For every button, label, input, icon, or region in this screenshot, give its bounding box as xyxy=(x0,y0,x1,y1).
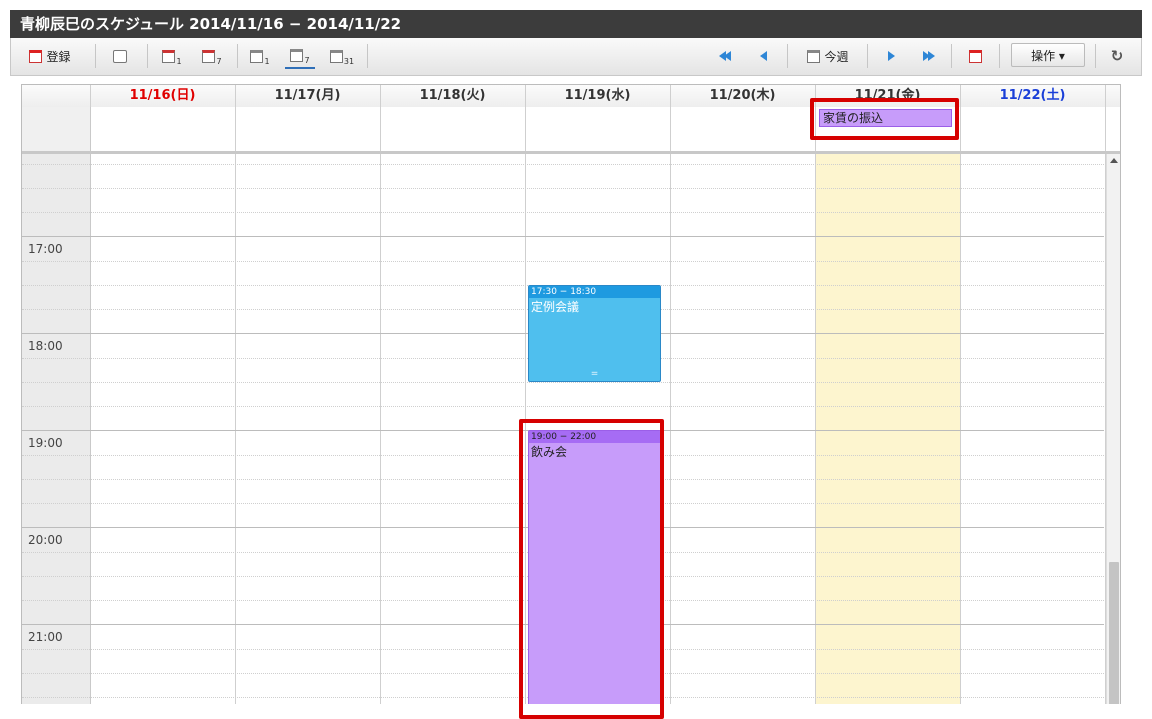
day-header[interactable]: 11/22(土) xyxy=(960,85,1105,107)
hour-label: 18:00 xyxy=(28,339,63,354)
time-slot-line xyxy=(22,212,1104,214)
next-week-button[interactable] xyxy=(915,43,943,69)
column-divider xyxy=(380,107,381,151)
reload-button[interactable]: ↻ xyxy=(1103,43,1131,69)
arrow-right-icon xyxy=(887,51,895,61)
header-divider xyxy=(525,85,526,107)
day-header[interactable]: 11/19(水) xyxy=(525,85,670,107)
column-divider xyxy=(235,107,236,151)
calendar-day-icon xyxy=(250,49,264,63)
day-header[interactable]: 11/16(日) xyxy=(90,85,235,107)
scroll-thumb[interactable] xyxy=(1109,562,1119,704)
time-slot-line xyxy=(22,381,1104,383)
time-slot-line xyxy=(22,163,1104,165)
hour-label: 21:00 xyxy=(28,630,63,645)
time-slot-line xyxy=(22,406,1104,408)
group-calendar-week-icon xyxy=(202,49,216,63)
header-divider xyxy=(670,85,671,107)
hour-label: 17:00 xyxy=(28,242,63,257)
date-picker-button[interactable] xyxy=(961,43,989,69)
toolbar: 登録 1 7 1 7 31 今週 操作 ▾ ↻ xyxy=(10,38,1142,76)
register-label: 登録 xyxy=(46,49,71,64)
day-view-button[interactable]: 1 xyxy=(245,43,275,69)
resize-handle-icon[interactable]: = xyxy=(529,369,660,379)
header-divider xyxy=(960,85,961,107)
scroll-up-icon[interactable] xyxy=(1110,158,1118,163)
prev-day-button[interactable] xyxy=(749,43,777,69)
calendar-week-icon xyxy=(290,48,304,62)
day-header[interactable]: 11/20(木) xyxy=(670,85,815,107)
column-divider xyxy=(960,107,961,151)
operation-menu-button[interactable]: 操作 ▾ xyxy=(1011,43,1085,67)
week-view-button[interactable]: 7 xyxy=(285,43,315,69)
highlight-box-event xyxy=(519,419,664,719)
this-week-button[interactable]: 今週 xyxy=(797,43,859,69)
day-header[interactable]: 11/18(火) xyxy=(380,85,525,107)
highlight-box-allday xyxy=(810,98,959,140)
column-divider xyxy=(670,107,671,151)
column-divider xyxy=(525,107,526,151)
this-week-label: 今週 xyxy=(824,49,849,64)
group-calendar-day-icon xyxy=(162,49,176,63)
column-divider xyxy=(1105,107,1106,151)
event-time: 17:30 − 18:30 xyxy=(529,285,660,298)
calendar-today-icon xyxy=(807,49,821,63)
calendar-add-icon xyxy=(29,49,43,63)
time-slot-line xyxy=(22,260,1104,262)
calendar-picker-icon xyxy=(968,49,982,63)
event-title: 定例会議 xyxy=(531,299,580,314)
vertical-scrollbar[interactable] xyxy=(1106,154,1120,704)
header-divider xyxy=(90,85,91,107)
event-meeting[interactable]: 17:30 − 18:30 定例会議 = xyxy=(528,284,661,382)
time-slot-line xyxy=(22,187,1104,189)
window-title: 青柳辰巳のスケジュール 2014/11/16 − 2014/11/22 xyxy=(10,10,1142,38)
register-button[interactable]: 登録 xyxy=(19,43,81,69)
next-day-button[interactable] xyxy=(877,43,905,69)
reload-icon: ↻ xyxy=(1110,47,1124,65)
header-divider xyxy=(235,85,236,107)
calendar-month-icon xyxy=(329,49,343,63)
group-icon xyxy=(113,49,127,63)
arrow-left-icon xyxy=(759,51,767,61)
time-slot-line xyxy=(22,236,1104,238)
month-view-button[interactable]: 31 xyxy=(325,43,359,69)
group-week-view-button[interactable]: 7 xyxy=(197,43,227,69)
group-day-view-button[interactable]: 1 xyxy=(157,43,187,69)
hour-label: 20:00 xyxy=(28,533,63,548)
group-schedule-button[interactable] xyxy=(105,43,135,69)
header-divider xyxy=(380,85,381,107)
header-divider xyxy=(1105,85,1106,107)
day-header[interactable]: 11/17(月) xyxy=(235,85,380,107)
prev-week-button[interactable] xyxy=(711,43,739,69)
hour-label: 19:00 xyxy=(28,436,63,451)
